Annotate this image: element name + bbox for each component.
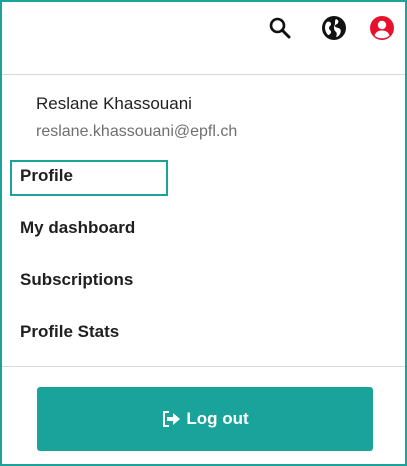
divider [2,366,405,367]
menu-item-profile-stats[interactable]: Profile Stats [20,322,119,342]
user-menu-panel: Reslane Khassouani reslane.khassouani@ep… [0,0,407,466]
user-info: Reslane Khassouani reslane.khassouani@ep… [36,93,237,143]
globe-icon[interactable] [320,14,348,42]
menu-item-my-dashboard[interactable]: My dashboard [20,218,135,238]
search-icon[interactable] [266,14,294,42]
menu-item-profile[interactable]: Profile [20,166,73,186]
logout-label: Log out [186,409,249,428]
user-icon[interactable] [368,14,396,42]
user-name: Reslane Khassouani [36,94,192,113]
user-email: reslane.khassouani@epfl.ch [36,123,238,140]
logout-icon [161,410,181,428]
top-bar [2,2,405,75]
logout-button[interactable]: Log out [37,387,373,451]
menu-item-subscriptions[interactable]: Subscriptions [20,270,133,290]
